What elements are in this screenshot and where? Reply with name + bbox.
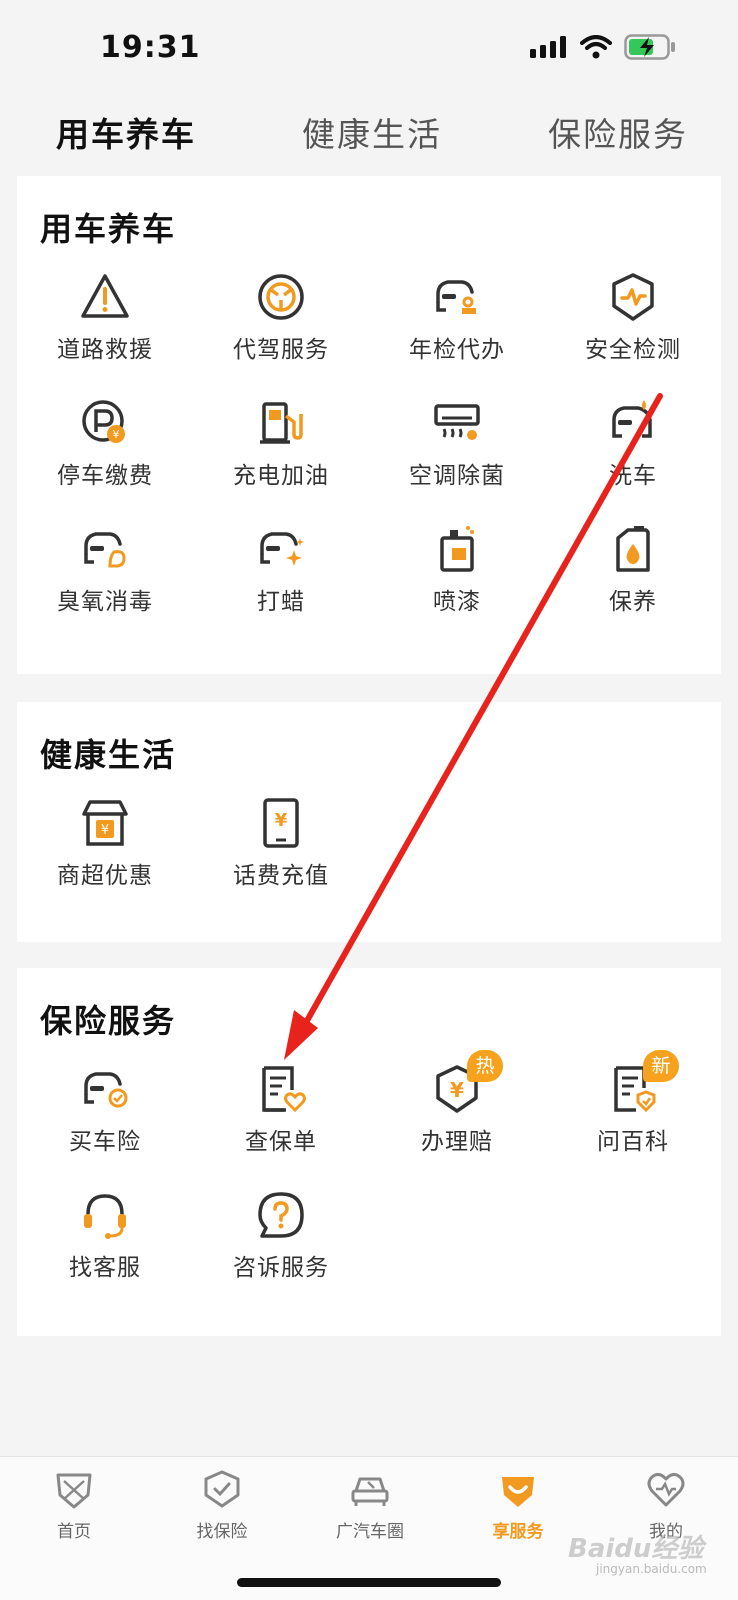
- svg-text:¥: ¥: [101, 823, 109, 838]
- top-tabs: 用车养车 健康生活 保险服务: [0, 108, 738, 168]
- fuel-pump-icon: [256, 398, 306, 448]
- service-annual-inspection[interactable]: 年检代办: [369, 272, 545, 382]
- car-stamp-icon: [432, 272, 482, 322]
- service-waxing[interactable]: 打蜡: [193, 524, 369, 634]
- tab-insurance-service[interactable]: 保险服务: [548, 108, 688, 156]
- item-label: 咨诉服务: [233, 1255, 329, 1281]
- service-designated-driver[interactable]: 代驾服务: [193, 272, 369, 382]
- item-label: 年检代办: [409, 337, 505, 363]
- new-badge: 新: [643, 1050, 679, 1082]
- service-complaint[interactable]: 咨诉服务: [193, 1190, 369, 1300]
- policy-icon: [256, 1064, 306, 1114]
- svg-text:¥: ¥: [450, 1078, 464, 1102]
- tab-car-care[interactable]: 用车养车: [56, 108, 196, 156]
- home-badge-icon: [54, 1469, 94, 1509]
- nav-home[interactable]: 首页: [0, 1469, 148, 1559]
- service-buy-car-insurance[interactable]: 买车险: [17, 1064, 193, 1174]
- item-label: 安全检测: [585, 337, 681, 363]
- section-health-life: 健康生活 ¥ 商超优惠 ¥ 话费充值: [17, 702, 721, 942]
- heart-icon: [646, 1469, 686, 1509]
- service-smile-icon: [498, 1469, 538, 1509]
- service-supermarket-discount[interactable]: ¥ 商超优惠: [17, 798, 193, 908]
- nav-label: 首页: [57, 1522, 91, 1542]
- section-insurance-service: 保险服务 买车险 查保单 ¥ 热 办理赔 新 问百科 找客服 咨诉服务: [17, 968, 721, 1336]
- svg-text:¥: ¥: [275, 810, 288, 831]
- question-bubble-icon: [256, 1190, 306, 1240]
- service-parking-fee[interactable]: ¥ 停车缴费: [17, 398, 193, 508]
- shield-pulse-icon: [608, 272, 658, 322]
- item-label: 话费充值: [233, 863, 329, 889]
- service-customer-service[interactable]: 找客服: [17, 1190, 193, 1300]
- item-label: 查保单: [245, 1129, 317, 1155]
- item-label: 喷漆: [433, 589, 481, 615]
- nav-label: 广汽车圈: [336, 1522, 404, 1542]
- battery-charging-icon: [624, 34, 675, 60]
- item-label: 办理赔: [421, 1129, 493, 1155]
- air-conditioner-icon: [432, 398, 482, 448]
- service-maintenance[interactable]: 保养: [545, 524, 721, 634]
- steering-wheel-icon: [256, 272, 306, 322]
- service-road-rescue[interactable]: 道路救援: [17, 272, 193, 382]
- car-wax-icon: [256, 524, 306, 574]
- wifi-icon: [580, 35, 612, 59]
- hot-badge: 热: [467, 1050, 503, 1082]
- service-car-wash[interactable]: 洗车: [545, 398, 721, 508]
- item-label: 代驾服务: [233, 337, 329, 363]
- car-insurance-icon: [80, 1064, 130, 1114]
- section-title: 健康生活: [40, 736, 177, 774]
- item-label: 保养: [609, 589, 657, 615]
- item-label: 臭氧消毒: [57, 589, 153, 615]
- section-car-care: 用车养车 道路救援 代驾服务 年检代办 安全检测 ¥ 停车缴费 充电加油 空调除…: [17, 176, 721, 674]
- service-ozone-disinfect[interactable]: 臭氧消毒: [17, 524, 193, 634]
- service-safety-check[interactable]: 安全检测: [545, 272, 721, 382]
- service-file-claim[interactable]: ¥ 热 办理赔: [369, 1050, 545, 1174]
- spray-paint-icon: [432, 524, 482, 574]
- service-encyclopedia[interactable]: 新 问百科: [545, 1050, 721, 1174]
- baidu-watermark: Baidu经验 jingyan.baidu.com: [568, 1528, 718, 1578]
- item-label: 商超优惠: [57, 863, 153, 889]
- tab-health-life[interactable]: 健康生活: [302, 108, 442, 156]
- nav-find-insurance[interactable]: 找保险: [148, 1469, 296, 1559]
- service-spray-paint[interactable]: 喷漆: [369, 524, 545, 634]
- headset-icon: [80, 1190, 130, 1240]
- service-phone-recharge[interactable]: ¥ 话费充值: [193, 798, 369, 908]
- section-title: 用车养车: [40, 210, 177, 248]
- shop-icon: ¥: [80, 798, 130, 848]
- item-label: 洗车: [609, 463, 657, 489]
- service-ac-sterilize[interactable]: 空调除菌: [369, 398, 545, 508]
- item-label: 找客服: [69, 1255, 141, 1281]
- phone-recharge-icon: ¥: [256, 798, 306, 848]
- service-check-policy[interactable]: 查保单: [193, 1064, 369, 1174]
- parking-icon: ¥: [80, 398, 130, 448]
- section-title: 保险服务: [40, 1002, 177, 1040]
- status-bar: 19:31: [0, 0, 738, 95]
- status-icons: [530, 34, 676, 60]
- item-label: 道路救援: [57, 337, 153, 363]
- car-ozone-icon: [80, 524, 130, 574]
- item-label: 问百科: [597, 1129, 669, 1155]
- item-label: 充电加油: [233, 463, 329, 489]
- watermark-main: Baidu经验: [568, 1534, 704, 1564]
- status-time: 19:31: [100, 30, 201, 65]
- item-label: 买车险: [69, 1129, 141, 1155]
- home-indicator[interactable]: [237, 1578, 501, 1587]
- warning-triangle-icon: [80, 272, 130, 322]
- nav-gac-circle[interactable]: 广汽车圈: [296, 1469, 444, 1559]
- svg-text:¥: ¥: [113, 428, 120, 441]
- car-front-icon: [350, 1469, 390, 1509]
- item-label: 停车缴费: [57, 463, 153, 489]
- nav-label: 找保险: [196, 1522, 248, 1542]
- watermark-sub: jingyan.baidu.com: [596, 1562, 707, 1576]
- item-label: 打蜡: [257, 589, 305, 615]
- service-charging-fuel[interactable]: 充电加油: [193, 398, 369, 508]
- car-wash-icon: [608, 398, 658, 448]
- shield-check-icon: [202, 1469, 242, 1509]
- signal-icon: [530, 36, 566, 58]
- oil-can-icon: [608, 524, 658, 574]
- item-label: 空调除菌: [409, 463, 505, 489]
